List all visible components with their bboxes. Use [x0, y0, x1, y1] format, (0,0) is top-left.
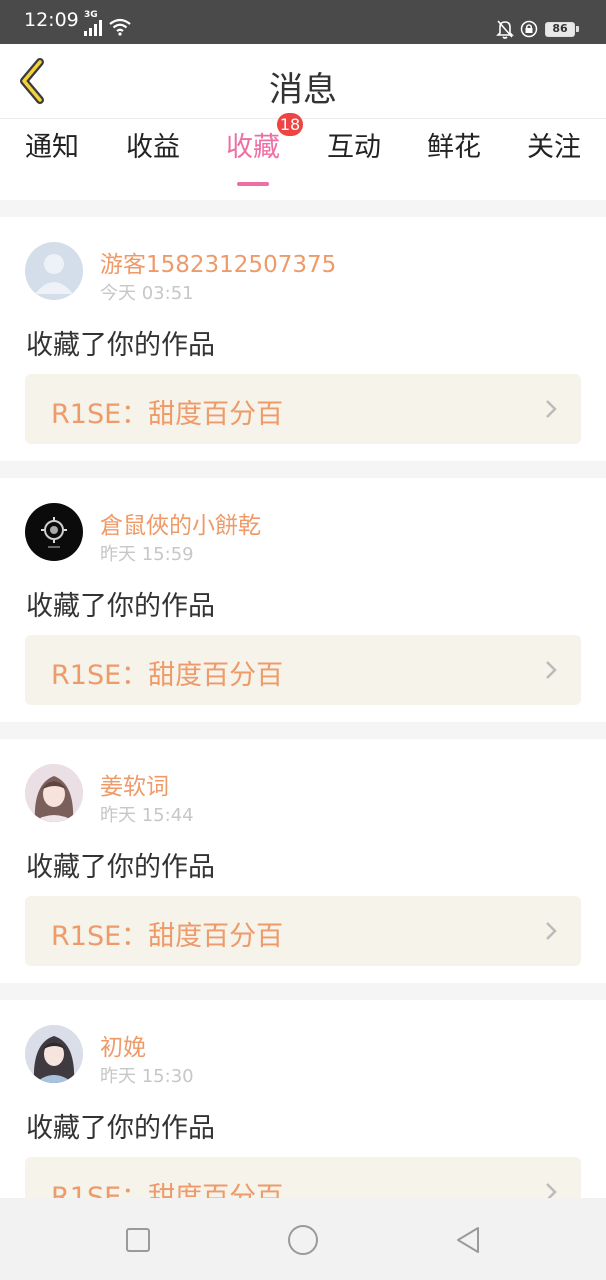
- mute-bell-icon: [496, 20, 514, 39]
- work-title: R1SE：甜度百分百: [51, 660, 284, 691]
- back-nav-button[interactable]: [454, 1225, 482, 1255]
- work-title: R1SE：甜度百分百: [51, 921, 284, 952]
- work-link[interactable]: R1SE：甜度百分百: [25, 374, 581, 444]
- active-tab-indicator: [237, 182, 269, 186]
- chevron-right-icon: [546, 922, 557, 940]
- signal-icon: [84, 20, 102, 36]
- avatar[interactable]: [25, 1025, 83, 1083]
- tab-label: 鲜花: [427, 132, 481, 163]
- user-name[interactable]: 初娩: [100, 1028, 146, 1062]
- tab-label: 收益: [126, 132, 180, 163]
- tab-favorites[interactable]: 收藏: [208, 129, 298, 189]
- avatar[interactable]: [25, 764, 83, 822]
- work-title: R1SE：甜度百分百: [51, 399, 284, 430]
- page-title: 消息: [269, 70, 337, 110]
- tab-flowers[interactable]: 鲜花: [409, 129, 499, 189]
- battery-indicator: 86: [545, 22, 579, 37]
- wifi-icon: [109, 18, 131, 36]
- message-card: 姜软词 昨天 15:44 收藏了你的作品 R1SE：甜度百分百: [0, 739, 606, 983]
- status-bar: 12:09 3G 86: [0, 0, 606, 44]
- avatar[interactable]: [25, 242, 83, 300]
- tab-label: 关注: [527, 132, 581, 163]
- message-time: 昨天 15:59: [100, 544, 194, 565]
- message-text: 收藏了你的作品: [26, 852, 215, 883]
- chevron-right-icon: [546, 400, 557, 418]
- status-time: 12:09: [24, 9, 79, 31]
- circle-icon: [288, 1225, 318, 1255]
- message-text: 收藏了你的作品: [26, 591, 215, 622]
- avatar-image: [25, 764, 83, 822]
- tab-earnings[interactable]: 收益: [108, 129, 198, 189]
- tab-label: 通知: [25, 132, 79, 163]
- recent-apps-button[interactable]: [125, 1227, 151, 1253]
- system-nav-bar: [0, 1198, 606, 1280]
- avatar-image: [25, 1025, 83, 1083]
- avatar-image: [41, 517, 67, 548]
- work-link[interactable]: R1SE：甜度百分百: [25, 635, 581, 705]
- avatar[interactable]: [25, 503, 83, 561]
- unread-badge: 18: [277, 113, 303, 136]
- message-card: 游客1582312507375 今天 03:51 收藏了你的作品 R1SE：甜度…: [0, 217, 606, 461]
- message-time: 今天 03:51: [100, 283, 194, 304]
- message-card: 倉鼠俠的小餅乾 昨天 15:59 收藏了你的作品 R1SE：甜度百分百: [0, 478, 606, 722]
- user-name[interactable]: 倉鼠俠的小餅乾: [100, 506, 261, 540]
- tab-interactions[interactable]: 互动: [309, 129, 399, 189]
- message-time: 昨天 15:30: [100, 1066, 194, 1087]
- network-type: 3G: [84, 10, 98, 20]
- triangle-back-icon: [457, 1227, 479, 1253]
- header: 消息: [0, 44, 606, 119]
- user-name[interactable]: 游客1582312507375: [100, 245, 336, 279]
- square-icon: [126, 1228, 150, 1252]
- tab-label: 收藏: [226, 132, 280, 163]
- rotation-lock-icon: [520, 20, 538, 38]
- message-text: 收藏了你的作品: [26, 1113, 215, 1144]
- message-text: 收藏了你的作品: [26, 330, 215, 361]
- work-link[interactable]: R1SE：甜度百分百: [25, 896, 581, 966]
- default-avatar-icon: [35, 254, 73, 294]
- tab-label: 互动: [327, 132, 381, 163]
- chevron-right-icon: [546, 661, 557, 679]
- tab-notifications[interactable]: 通知: [7, 129, 97, 189]
- home-button[interactable]: [287, 1224, 319, 1256]
- tab-bar: 通知 收益 收藏 互动 鲜花 关注: [0, 119, 606, 200]
- message-time: 昨天 15:44: [100, 805, 194, 826]
- user-name[interactable]: 姜软词: [100, 767, 169, 801]
- tab-follows[interactable]: 关注: [509, 129, 599, 189]
